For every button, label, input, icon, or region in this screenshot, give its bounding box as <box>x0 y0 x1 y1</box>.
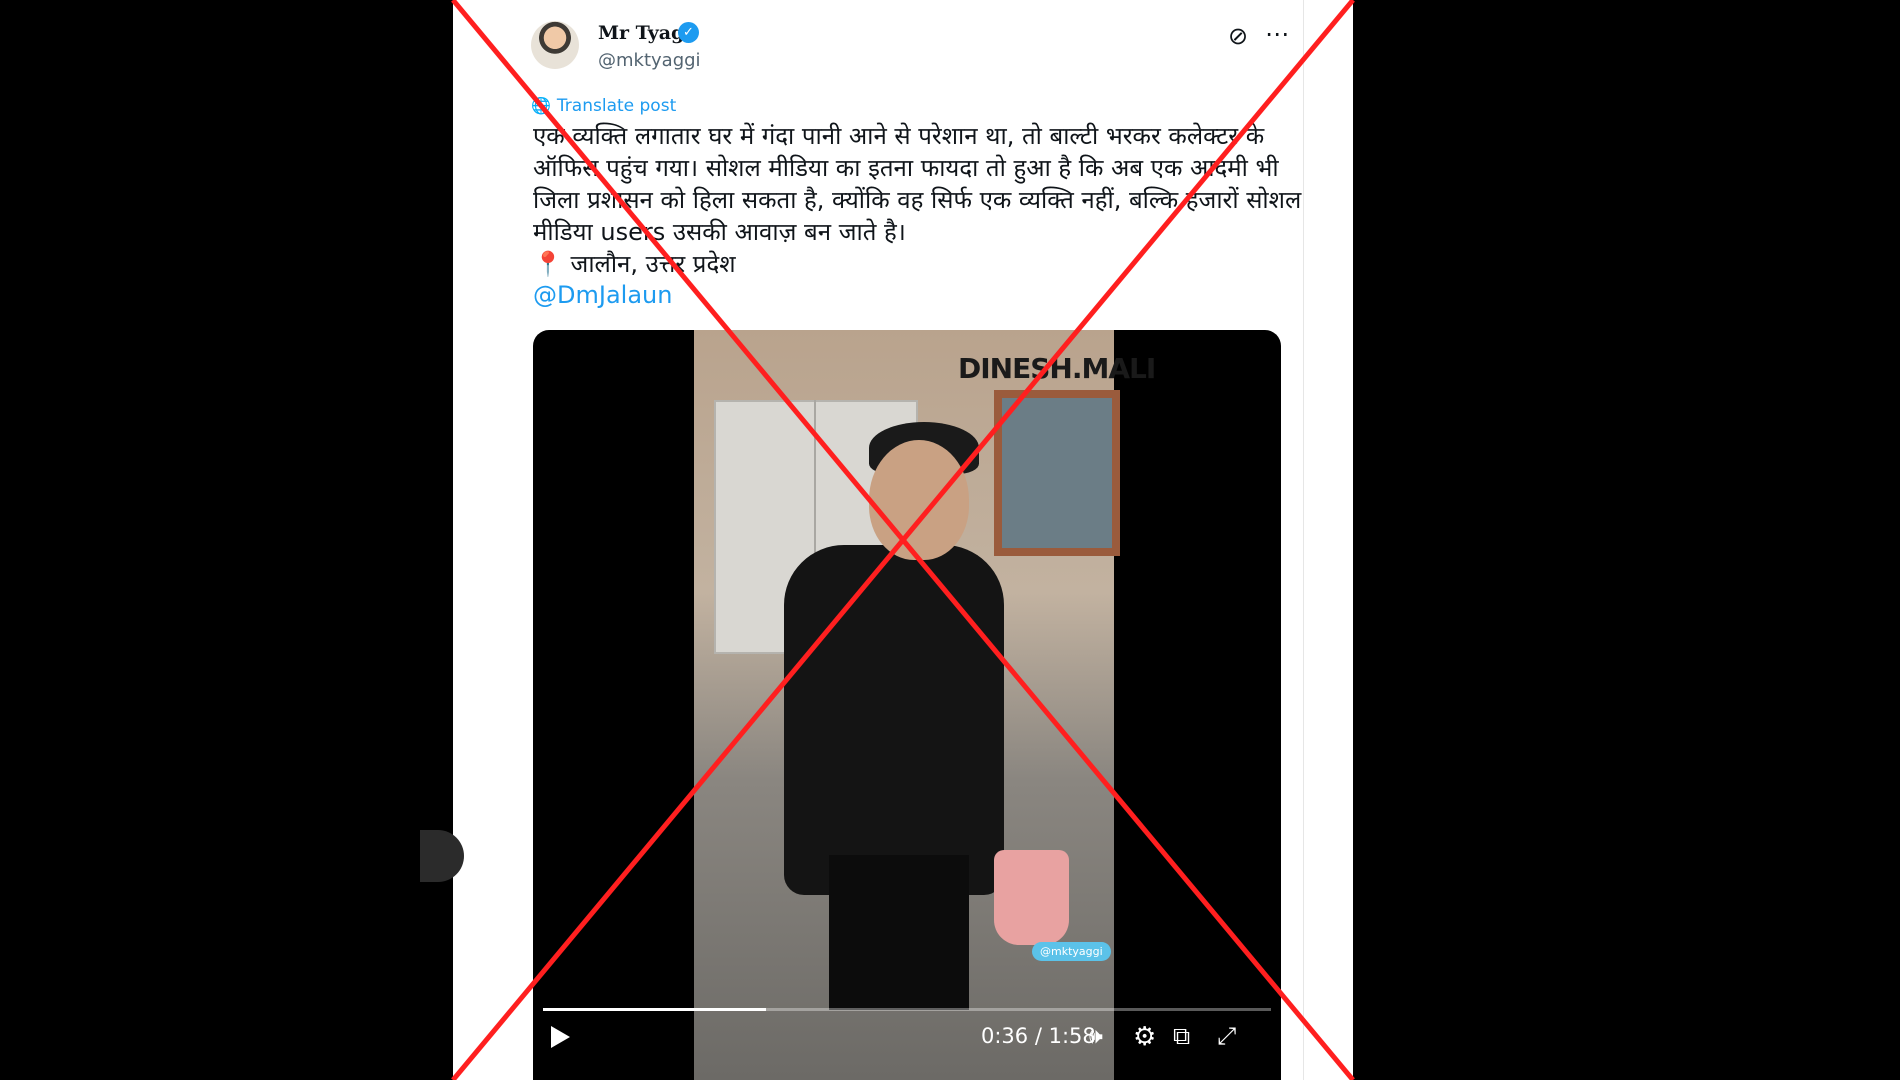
post-text-line: मीडिया users उसकी आवाज़ बन जाते है। <box>533 218 906 246</box>
settings-icon[interactable]: ⚙ <box>1133 1022 1156 1052</box>
progress-fill <box>543 1008 767 1011</box>
translate-label: Translate post <box>556 96 677 116</box>
avatar[interactable] <box>531 21 579 69</box>
window <box>994 390 1120 556</box>
location-pin-icon: 📍 <box>533 250 563 278</box>
bucket <box>994 850 1069 945</box>
person-head <box>869 440 969 560</box>
verified-badge-icon: ✓ <box>678 22 699 43</box>
location-line: 📍 जालौन, उत्तर प्रदेश <box>533 248 1293 280</box>
popout-icon[interactable]: ⧉ <box>1173 1022 1190 1050</box>
tweet-screenshot: Mr Tyagi ✓ @mktyaggi ⊘ ⋯ 🌐 Translate post… <box>453 0 1353 1080</box>
video-frame[interactable]: DINESH.MALI @mktyaggi <box>694 330 1156 1080</box>
video-time: 0:36 / 1:58 <box>981 1024 1096 1048</box>
grok-icon[interactable]: ⊘ <box>1228 22 1248 50</box>
translate-icon: 🌐 <box>531 96 551 115</box>
volume-icon[interactable]: 🕪 <box>1089 1024 1103 1049</box>
post-text-line: ऑफिस पहुंच गया। सोशल मीडिया का इतना फायद… <box>533 154 1279 182</box>
fullscreen-icon[interactable]: ⤢ <box>1217 1022 1236 1050</box>
post-text: एक व्यक्ति लगातार घर में गंदा पानी आने स… <box>533 120 1302 280</box>
post-text-line: जिला प्रशासन को हिला सकता है, क्योंकि वह… <box>533 186 1302 214</box>
video-player[interactable]: DINESH.MALI @mktyaggi 0:36 / 1:58 🕪 ⚙ ⧉ … <box>533 330 1281 1080</box>
post-header: Mr Tyagi ✓ @mktyaggi ⊘ ⋯ <box>531 18 1291 78</box>
mention-link[interactable]: @DmJalaun <box>533 281 672 309</box>
person-shorts <box>829 855 969 1010</box>
translate-post-link[interactable]: 🌐 Translate post <box>531 96 676 116</box>
timeline-border <box>1303 0 1304 1080</box>
post-text-line: एक व्यक्ति लगातार घर में गंदा पानी आने स… <box>533 122 1265 150</box>
location-text: जालौन, उत्तर प्रदेश <box>570 250 736 278</box>
video-handle-tag: @mktyaggi <box>1032 942 1111 961</box>
more-icon[interactable]: ⋯ <box>1265 20 1290 48</box>
progress-bar[interactable] <box>543 1008 1271 1011</box>
play-icon[interactable] <box>551 1026 570 1048</box>
person-shirt <box>784 545 1004 895</box>
more-options-icon[interactable]: ⋯ <box>458 990 481 1015</box>
author-handle[interactable]: @mktyaggi <box>598 50 701 71</box>
video-watermark: DINESH.MALI <box>958 352 1156 385</box>
